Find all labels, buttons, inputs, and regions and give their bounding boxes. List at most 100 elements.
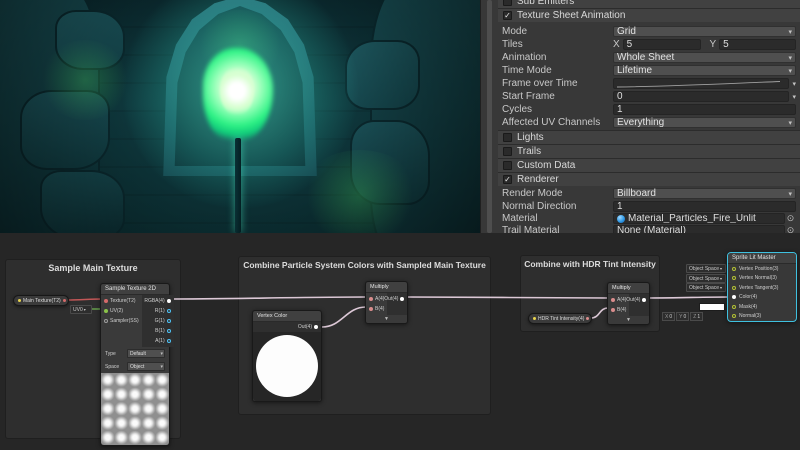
checkbox-custom-data[interactable] bbox=[503, 161, 512, 170]
port-vertex-position[interactable]: Vertex Position(3) bbox=[728, 264, 796, 274]
module-renderer[interactable]: ✓ Renderer bbox=[498, 172, 800, 186]
mode-dropdown[interactable]: Grid ▾ bbox=[613, 26, 796, 37]
port-dot[interactable] bbox=[167, 309, 171, 313]
port-out[interactable]: Out(4) bbox=[387, 294, 407, 304]
module-trails[interactable]: Trails bbox=[498, 144, 800, 158]
port-a-output[interactable]: A(1) bbox=[142, 336, 174, 346]
port-dot[interactable] bbox=[400, 297, 404, 301]
port-dot[interactable] bbox=[611, 298, 615, 302]
port-out[interactable]: Out(4) bbox=[629, 295, 649, 305]
frame-over-time-curve-field[interactable] bbox=[613, 78, 789, 89]
vertex-position-space-dropdown[interactable]: Object Space▾ bbox=[686, 264, 726, 273]
time-mode-dropdown[interactable]: Lifetime▾ bbox=[613, 65, 796, 76]
material-object-field[interactable]: Material_Particles_Fire_Unlit bbox=[613, 213, 785, 224]
port-g-output[interactable]: G(1) bbox=[142, 316, 174, 326]
node-sprite-lit-master[interactable]: Sprite Lit Master Vertex Position(3) Ver… bbox=[727, 252, 797, 322]
checkbox-texture-sheet-animation[interactable]: ✓ bbox=[503, 11, 512, 20]
shader-graph-canvas[interactable]: Sample Main Texture Combine Particle Sys… bbox=[0, 233, 800, 450]
node-vertex-color[interactable]: Vertex Color Out(4) bbox=[252, 310, 322, 402]
property-pill-main-texture[interactable]: Main Texture(T2) bbox=[13, 295, 69, 306]
port-sampler-input[interactable]: Sampler(SS) bbox=[101, 316, 142, 326]
port-uv-input[interactable]: UV(2) bbox=[101, 306, 142, 316]
output-port[interactable] bbox=[63, 299, 66, 302]
port-dot[interactable] bbox=[642, 298, 646, 302]
object-picker-icon[interactable]: ⊙ bbox=[785, 225, 796, 233]
inspector-scrollbar[interactable] bbox=[487, 0, 492, 233]
space-dropdown[interactable]: Object▾ bbox=[127, 362, 165, 371]
vector-z-field[interactable]: Z1 bbox=[690, 312, 703, 321]
port-b-input[interactable]: B(4) bbox=[608, 305, 629, 315]
port-normal[interactable]: Normal(3) bbox=[728, 312, 796, 322]
vector-x-field[interactable]: X0 bbox=[662, 312, 675, 321]
animation-dropdown[interactable]: Whole Sheet▾ bbox=[613, 52, 796, 63]
checkbox-renderer[interactable]: ✓ bbox=[503, 175, 512, 184]
material-sphere-icon bbox=[617, 215, 625, 223]
port-rgba-output[interactable]: RGBA(4) bbox=[142, 296, 174, 306]
port-vertex-normal[interactable]: Vertex Normal(3) bbox=[728, 274, 796, 284]
port-mask[interactable]: Mask(4) bbox=[728, 302, 796, 312]
row-frame-over-time: Frame over Time ▾ bbox=[498, 77, 800, 90]
port-dot[interactable] bbox=[732, 267, 736, 271]
node-multiply-1[interactable]: Multiply A(4) B(4) Out(4) ▼ bbox=[365, 281, 408, 324]
checkbox-trails[interactable] bbox=[503, 147, 512, 156]
node-multiply-2[interactable]: Multiply A(4) B(4) Out(4) ▼ bbox=[607, 282, 650, 325]
port-b-output[interactable]: B(1) bbox=[142, 326, 174, 336]
port-dot[interactable] bbox=[167, 339, 171, 343]
port-dot[interactable] bbox=[104, 299, 108, 303]
scene-vignette bbox=[0, 0, 480, 233]
node-sample-texture-2d[interactable]: Sample Texture 2D Texture(T2) UV(2) Samp… bbox=[100, 283, 170, 446]
port-r-output[interactable]: R(1) bbox=[142, 306, 174, 316]
checkbox-lights[interactable] bbox=[503, 133, 512, 142]
module-texture-sheet-animation[interactable]: ✓ Texture Sheet Animation bbox=[498, 8, 800, 22]
port-texture-input[interactable]: Texture(T2) bbox=[101, 296, 142, 306]
port-dot[interactable] bbox=[732, 314, 736, 318]
port-dot[interactable] bbox=[369, 307, 373, 311]
object-picker-icon[interactable]: ⊙ bbox=[785, 213, 796, 224]
tiles-x-field[interactable]: 5 bbox=[623, 39, 702, 50]
collapse-chevron-icon[interactable]: ▼ bbox=[608, 316, 649, 324]
wire-multiply2-to-master-color[interactable] bbox=[648, 297, 729, 298]
normal-direction-field[interactable]: 1 bbox=[613, 201, 796, 212]
port-vertex-tangent[interactable]: Vertex Tangent(3) bbox=[728, 283, 796, 293]
port-dot[interactable] bbox=[732, 305, 736, 309]
port-dot[interactable] bbox=[732, 295, 736, 299]
trail-material-object-field[interactable]: None (Material) bbox=[613, 225, 785, 233]
cycles-field[interactable]: 1 bbox=[613, 104, 796, 115]
dropdown-arrow-icon[interactable]: ▾ bbox=[792, 93, 796, 101]
port-b-input[interactable]: B(4) bbox=[366, 304, 387, 314]
start-frame-field[interactable]: 0 bbox=[613, 91, 789, 102]
port-dot[interactable] bbox=[104, 319, 108, 323]
port-dot[interactable] bbox=[369, 297, 373, 301]
port-out[interactable]: Out(4) bbox=[253, 322, 321, 332]
port-dot[interactable] bbox=[314, 325, 318, 329]
vector-y-field[interactable]: Y0 bbox=[676, 312, 689, 321]
port-dot[interactable] bbox=[167, 319, 171, 323]
output-port[interactable] bbox=[586, 317, 589, 320]
collapse-chevron-icon[interactable]: ▼ bbox=[366, 315, 407, 323]
port-dot[interactable] bbox=[167, 299, 171, 303]
type-dropdown[interactable]: Default▾ bbox=[127, 349, 165, 358]
port-dot[interactable] bbox=[732, 286, 736, 290]
dropdown-arrow-icon[interactable]: ▾ bbox=[792, 80, 796, 88]
checkbox-sub-emitters[interactable] bbox=[503, 0, 512, 6]
port-dot[interactable] bbox=[611, 308, 615, 312]
module-custom-data[interactable]: Custom Data bbox=[498, 158, 800, 172]
affected-uv-dropdown[interactable]: Everything▾ bbox=[613, 117, 796, 128]
module-lights[interactable]: Lights bbox=[498, 130, 800, 144]
module-label: Custom Data bbox=[517, 160, 575, 171]
property-pill-hdr-tint-intensity[interactable]: HDR Tint Intensity(4) bbox=[528, 313, 592, 324]
tiles-y-field[interactable]: 5 bbox=[719, 39, 796, 50]
port-dot[interactable] bbox=[104, 309, 108, 313]
port-dot[interactable] bbox=[732, 276, 736, 280]
port-color[interactable]: Color(4) bbox=[728, 293, 796, 303]
vertex-normal-space-dropdown[interactable]: Object Space▾ bbox=[686, 274, 726, 283]
normal-vector3-widget[interactable]: X0 Y0 Z1 bbox=[662, 312, 703, 321]
render-mode-dropdown[interactable]: Billboard▾ bbox=[613, 188, 796, 199]
space-row: Space Object▾ bbox=[101, 360, 169, 373]
row-time-mode: Time Mode Lifetime▾ bbox=[498, 64, 800, 77]
mask-color-swatch[interactable] bbox=[699, 303, 725, 311]
vertex-tangent-space-dropdown[interactable]: Object Space▾ bbox=[686, 283, 726, 292]
port-dot[interactable] bbox=[167, 329, 171, 333]
uv-channel-dropdown[interactable]: UV0▾ bbox=[70, 305, 92, 314]
module-sub-emitters[interactable]: Sub Emitters bbox=[498, 0, 800, 8]
